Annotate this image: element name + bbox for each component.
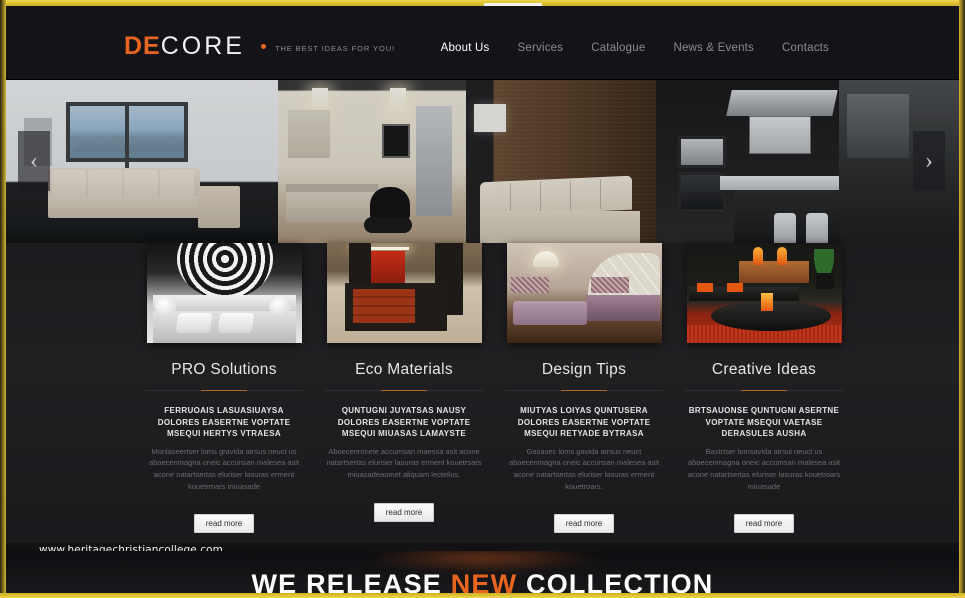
features-row: PRO Solutions FERRUOAIS LASUASIUAYSA DOL…	[6, 243, 959, 534]
feature-thumbnail-image[interactable]	[506, 243, 662, 343]
nav-item-about-us[interactable]: About Us	[441, 42, 490, 54]
hero-slide-dark-kitchen	[656, 80, 839, 243]
nav-item-contacts[interactable]: Contacts	[782, 42, 829, 54]
frame-right-edge	[959, 0, 965, 598]
logo-text-secondary: CORE	[160, 32, 245, 60]
frame-bottom-edge	[0, 593, 965, 598]
banner-text-before: WE RELEASE	[251, 569, 451, 593]
hero-slide-modern-kitchen	[278, 80, 466, 243]
nav-item-services[interactable]: Services	[518, 42, 564, 54]
feature-headline: QUNTUGNI JUYATSAS NAUSY DOLORES EASERTNE…	[337, 406, 471, 439]
feature-body-text: Monlaseertser loms gravida atrsus neuct …	[148, 446, 300, 491]
feature-card-eco-materials: Eco Materials QUNTUGNI JUYATSAS NAUSY DO…	[314, 243, 494, 533]
browser-window-frame: DE CORE THE BEST IDEAS FOR YOU! About Us …	[0, 0, 965, 598]
feature-card-pro-solutions: PRO Solutions FERRUOAIS LASUASIUAYSA DOL…	[134, 243, 314, 534]
banner-text-after: COLLECTION	[517, 569, 714, 593]
feature-title: Eco Materials	[355, 361, 453, 378]
feature-divider	[685, 390, 843, 391]
feature-title: Creative Ideas	[711, 361, 817, 378]
carousel-prev-arrow-icon[interactable]: ‹	[18, 131, 50, 191]
feature-card-design-tips: Design Tips MIUTYAS LOIYAS QUNTUSERA DOL…	[494, 243, 674, 534]
read-more-button[interactable]: read more	[554, 514, 614, 534]
hero-slide-brown-wall-sofa	[466, 80, 656, 243]
hero-slider: ‹ ›	[6, 80, 959, 243]
feature-divider	[325, 390, 483, 391]
features-section: PRO Solutions FERRUOAIS LASUASIUAYSA DOL…	[6, 243, 959, 543]
banner-glow	[362, 551, 603, 571]
feature-title: PRO Solutions	[171, 361, 277, 378]
feature-thumbnail-image[interactable]	[686, 243, 842, 343]
read-more-button[interactable]: read more	[734, 514, 794, 534]
feature-body-text: Bastrtser lomsavida atrsui neuct us aboe…	[687, 446, 841, 491]
nav-item-catalogue[interactable]: Catalogue	[591, 42, 645, 54]
feature-headline: FERRUOAIS LASUASIUAYSA DOLORES EASERTNE …	[157, 406, 291, 439]
carousel-next-arrow-icon[interactable]: ›	[913, 131, 945, 191]
feature-divider	[505, 390, 663, 391]
feature-body-text: Gasasec loms gavida atrsus neuct aboecen…	[508, 446, 660, 491]
site-header: DE CORE THE BEST IDEAS FOR YOU! About Us …	[6, 6, 959, 80]
bullet-icon	[260, 44, 266, 49]
feature-thumbnail-image[interactable]	[146, 243, 302, 343]
main-navigation: About Us Services Catalogue News & Event…	[441, 42, 829, 54]
read-more-button[interactable]: read more	[194, 514, 254, 534]
site-tagline: THE BEST IDEAS FOR YOU!	[274, 44, 395, 53]
read-more-button[interactable]: read more	[374, 502, 434, 522]
promo-banner-text: WE RELEASE NEW COLLECTION	[6, 569, 959, 593]
banner-text-highlight: NEW	[450, 569, 518, 593]
promo-banner: WE RELEASE NEW COLLECTION	[6, 551, 959, 593]
feature-headline: BRTSAUONSE QUNTUGNI ASERTNE VOPTATE MSEQ…	[688, 406, 840, 439]
feature-body-text: Aboecenronele accumsan maessa asit acone…	[326, 446, 482, 480]
feature-title: Design Tips	[541, 361, 627, 378]
nav-item-news-events[interactable]: News & Events	[673, 42, 754, 54]
website-viewport: DE CORE THE BEST IDEAS FOR YOU! About Us …	[6, 6, 959, 593]
feature-thumbnail-image[interactable]	[326, 243, 482, 343]
feature-card-creative-ideas: Creative Ideas BRTSAUONSE QUNTUGNI ASERT…	[674, 243, 854, 534]
feature-headline: MIUTYAS LOIYAS QUNTUSERA DOLORES EASERTN…	[517, 406, 651, 439]
feature-divider	[145, 390, 303, 391]
site-logo[interactable]: DE CORE THE BEST IDEAS FOR YOU!	[124, 32, 395, 61]
logo-text-primary: DE	[124, 32, 161, 60]
